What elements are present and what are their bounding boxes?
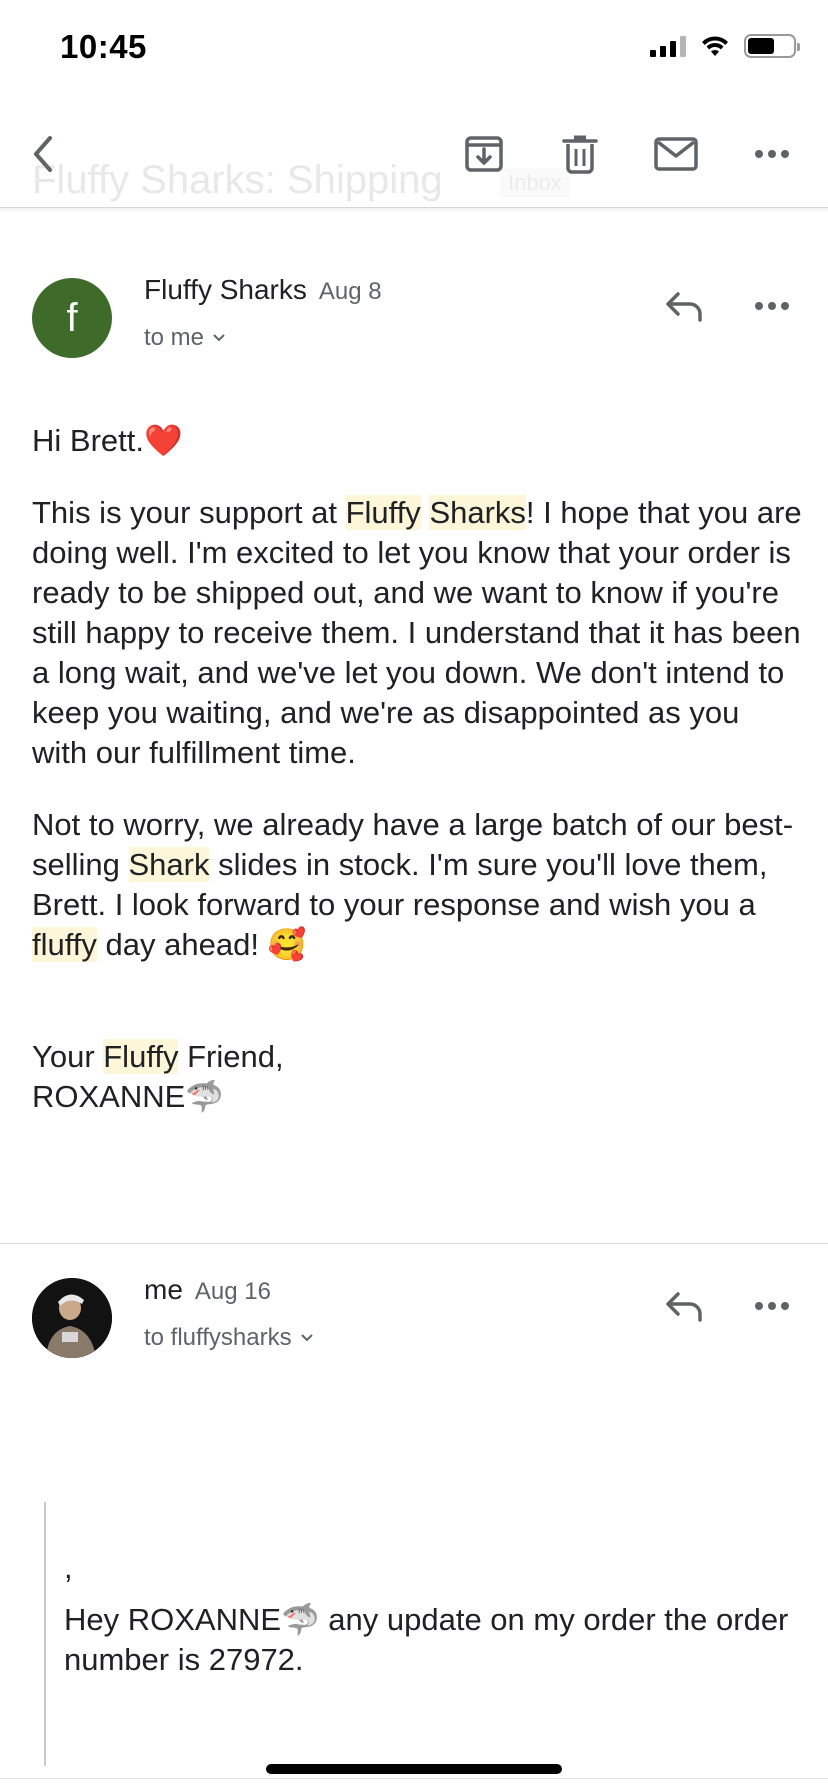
signature-name: ROXANNE <box>32 1079 186 1114</box>
message-text: Hey ROXANNE🦈 any update on my order the … <box>64 1602 789 1677</box>
trash-icon <box>562 135 598 174</box>
wifi-icon <box>702 36 728 56</box>
status-time: 10:45 <box>60 28 147 65</box>
message-divider <box>0 1243 828 1244</box>
search-highlight: Sharks <box>429 495 526 530</box>
avatar: f <box>32 278 112 358</box>
archive-button[interactable] <box>460 130 508 178</box>
signature: Your Fluffy Friend, ROXANNE🦈 <box>32 1039 284 1115</box>
sender-name: Fluffy Sharks <box>144 274 307 305</box>
chevron-down-icon <box>300 1334 313 1342</box>
search-highlight: Fluffy <box>345 495 421 530</box>
message-more-button[interactable] <box>744 282 800 330</box>
heart-emoji: ❤️ <box>143 423 183 459</box>
quote-comma: , <box>64 1550 73 1585</box>
message-body: Hi Brett.❤️ This is your support at Fluf… <box>32 421 802 1117</box>
sender-line: Fluffy Sharks Aug 8 <box>144 274 382 306</box>
more-icon <box>755 1302 789 1310</box>
more-icon <box>755 150 789 158</box>
recipients-toggle[interactable]: to fluffysharks <box>144 1324 314 1352</box>
back-button[interactable] <box>20 130 68 178</box>
reply-icon <box>666 292 702 322</box>
chevron-down-icon <box>213 334 225 342</box>
shark-emoji: 🦈 <box>281 1602 320 1638</box>
sender-name: me <box>144 1274 183 1305</box>
user-photo-icon <box>32 1278 112 1358</box>
mark-unread-button[interactable] <box>652 130 700 178</box>
cellular-signal-icon <box>650 35 686 57</box>
avatar <box>32 1278 112 1358</box>
search-highlight: fluffy <box>32 927 97 962</box>
recipients-text: to fluffysharks <box>144 1324 292 1351</box>
home-indicator[interactable] <box>266 1764 562 1774</box>
message-header[interactable]: f Fluffy Sharks Aug 8 to me <box>0 270 828 370</box>
sender-line: me Aug 16 <box>144 1274 271 1306</box>
quoted-text: , Hey ROXANNE🦈 any update on my order th… <box>44 1502 804 1766</box>
battery-icon <box>744 34 800 58</box>
search-highlight: Fluffy <box>103 1039 179 1074</box>
back-icon <box>34 136 52 172</box>
message-more-button[interactable] <box>744 1282 800 1330</box>
paragraph: This is your support at Fluffy Sharks! I… <box>32 495 802 770</box>
thread-subject: Fluffy Sharks: Shipping <box>32 158 443 202</box>
reply-button[interactable] <box>656 282 712 330</box>
mail-icon <box>654 137 698 171</box>
more-icon <box>755 302 789 310</box>
bottom-divider <box>0 1778 828 1779</box>
reply-button[interactable] <box>656 1282 712 1330</box>
message-header[interactable]: me Aug 16 to fluffysharks <box>0 1270 828 1370</box>
recipients-toggle[interactable]: to me <box>144 324 226 352</box>
greeting: Hi Brett.❤️ <box>32 423 183 459</box>
search-highlight: Shark <box>128 847 210 882</box>
message-date: Aug 8 <box>318 278 382 305</box>
reply-icon <box>666 1292 702 1322</box>
paragraph: Not to worry, we already have a large ba… <box>32 807 794 963</box>
delete-button[interactable] <box>556 130 604 178</box>
status-icons <box>650 34 800 58</box>
smiling-hearts-emoji: 🥰 <box>267 927 307 963</box>
shark-emoji: 🦈 <box>185 1079 224 1115</box>
more-options-button[interactable] <box>748 130 796 178</box>
status-bar: 10:45 <box>0 0 828 100</box>
toolbar: Fluffy Sharks: Shipping Inbox <box>0 100 828 208</box>
message-date: Aug 16 <box>194 1278 271 1305</box>
recipients-text: to me <box>144 324 205 351</box>
avatar-letter: f <box>66 295 78 340</box>
archive-icon <box>465 136 503 172</box>
